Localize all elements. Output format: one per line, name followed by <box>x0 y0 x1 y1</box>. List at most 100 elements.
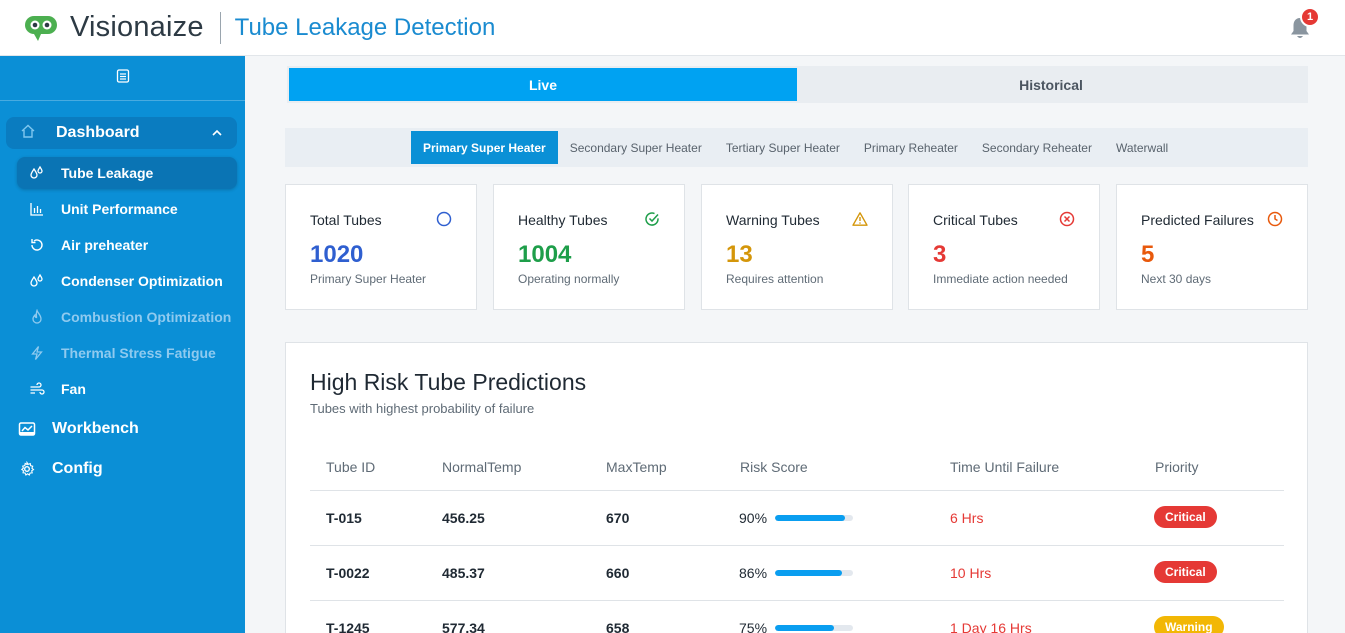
sidebar-item-config[interactable]: Config <box>0 453 245 485</box>
risk-bar <box>775 515 854 521</box>
max-temp: 658 <box>606 620 630 633</box>
card-total-tubes[interactable]: Total Tubes 1020 Primary Super Heater <box>285 184 477 310</box>
table-row[interactable]: T-1245 577.34 658 75% 1 Day 16 Hrs Warni… <box>310 601 1284 633</box>
time-until-failure: 6 Hrs <box>950 510 984 526</box>
sidebar-item-condenser-optimization[interactable]: Condenser Optimization <box>17 265 237 297</box>
tab-secondary-super-heater[interactable]: Secondary Super Heater <box>558 131 714 164</box>
column-header[interactable]: Priority <box>1155 459 1199 475</box>
tab-live[interactable]: Live <box>289 68 797 101</box>
risk-score: 75% <box>739 620 854 633</box>
card-predicted-failures[interactable]: Predicted Failures 5 Next 30 days <box>1116 184 1308 310</box>
droplets-icon <box>29 273 45 289</box>
tab-primary-reheater[interactable]: Primary Reheater <box>852 131 970 164</box>
card-value: 13 <box>726 241 753 268</box>
tab-secondary-reheater[interactable]: Secondary Reheater <box>970 131 1104 164</box>
header-divider <box>219 11 221 44</box>
card-value: 1004 <box>518 241 572 268</box>
priority-badge: Critical <box>1154 561 1217 583</box>
normal-temp: 577.34 <box>442 620 485 633</box>
sidebar-item-workbench[interactable]: Workbench <box>0 413 245 445</box>
column-header[interactable]: Time Until Failure <box>950 459 1059 475</box>
sidebar-item-label: Air preheater <box>61 237 149 253</box>
table-subtitle: Tubes with highest probability of failur… <box>310 401 535 416</box>
risk-score-value: 75% <box>739 620 768 633</box>
risk-score-value: 86% <box>739 565 768 581</box>
card-subtitle: Next 30 days <box>1141 272 1212 286</box>
tube-id: T-015 <box>326 510 362 526</box>
droplets-icon <box>29 165 45 181</box>
sidebar-item-fan[interactable]: Fan <box>17 373 237 405</box>
sidebar-item-thermal-stress-fatigue[interactable]: Thermal Stress Fatigue <box>17 337 237 369</box>
x-circle-icon <box>1059 211 1075 227</box>
card-healthy-tubes[interactable]: Healthy Tubes 1004 Operating normally <box>493 184 685 310</box>
time-until-failure: 1 Day 16 Hrs <box>950 620 1032 633</box>
circle-icon <box>436 211 452 227</box>
risk-bar-fill <box>775 625 834 631</box>
app-title: Tube Leakage Detection <box>234 13 496 41</box>
wind-icon <box>29 381 45 397</box>
column-header[interactable]: Risk Score <box>740 459 808 475</box>
table-row[interactable]: T-0022 485.37 660 86% 10 Hrs Critical <box>310 546 1284 601</box>
risk-score: 86% <box>739 565 854 581</box>
sidebar-item-label: Config <box>52 460 103 477</box>
card-warning-tubes[interactable]: Warning Tubes 13 Requires attention <box>701 184 893 310</box>
card-subtitle: Immediate action needed <box>933 272 1068 286</box>
column-header[interactable]: MaxTemp <box>606 459 667 475</box>
gear-icon <box>18 460 36 478</box>
sidebar: Dashboard Tube Leakage Unit Performance … <box>0 56 245 633</box>
notification-badge[interactable]: 1 <box>1300 7 1320 27</box>
sidebar-item-label: Fan <box>61 381 86 397</box>
chevron-up-icon[interactable] <box>211 126 223 144</box>
brand-name: Visionaize <box>70 11 204 43</box>
sidebar-section-dashboard[interactable]: Dashboard <box>6 117 237 149</box>
table-header: Tube ID NormalTemp MaxTemp Risk Score Ti… <box>310 449 1284 491</box>
refresh-icon <box>29 237 45 253</box>
high-risk-table-card: High Risk Tube Predictions Tubes with hi… <box>285 342 1308 633</box>
card-critical-tubes[interactable]: Critical Tubes 3 Immediate action needed <box>908 184 1100 310</box>
sidebar-item-air-preheater[interactable]: Air preheater <box>17 229 237 261</box>
home-icon <box>20 123 36 144</box>
tab-historical[interactable]: Historical <box>797 68 1305 101</box>
sidebar-toggle[interactable] <box>0 56 245 101</box>
risk-bar-fill <box>775 515 846 521</box>
max-temp: 670 <box>606 510 630 526</box>
card-title: Total Tubes <box>310 212 382 228</box>
bar-chart-icon <box>29 201 45 217</box>
logo[interactable]: Visionaize <box>22 11 204 44</box>
normal-temp: 485.37 <box>442 565 485 581</box>
card-value: 3 <box>933 241 947 268</box>
priority-badge: Critical <box>1154 506 1217 528</box>
warning-triangle-icon <box>852 211 868 227</box>
summary-cards: Total Tubes 1020 Primary Super Heater He… <box>285 184 1308 310</box>
sidebar-item-tube-leakage[interactable]: Tube Leakage <box>17 157 237 189</box>
tab-tertiary-super-heater[interactable]: Tertiary Super Heater <box>714 131 852 164</box>
card-title: Healthy Tubes <box>518 212 608 228</box>
card-title: Predicted Failures <box>1141 212 1254 228</box>
tab-waterwall[interactable]: Waterwall <box>1104 131 1180 164</box>
table-row[interactable]: T-015 456.25 670 90% 6 Hrs Critical <box>310 491 1284 546</box>
card-value: 1020 <box>310 241 364 268</box>
top-bar: Visionaize Tube Leakage Detection 1 <box>0 0 1345 56</box>
sidebar-item-unit-performance[interactable]: Unit Performance <box>17 193 237 225</box>
sidebar-item-label: Workbench <box>52 420 139 437</box>
risk-bar <box>775 570 854 576</box>
component-tabs: Primary Super Heater Secondary Super Hea… <box>285 128 1308 167</box>
card-title: Critical Tubes <box>933 212 1018 228</box>
sidebar-item-label: Combustion Optimization <box>61 309 232 325</box>
time-until-failure: 10 Hrs <box>950 565 992 581</box>
tube-id: T-1245 <box>326 620 370 633</box>
card-subtitle: Requires attention <box>726 272 824 286</box>
card-subtitle: Primary Super Heater <box>310 272 427 286</box>
menu-icon[interactable] <box>116 68 130 88</box>
priority-badge: Warning <box>1154 616 1224 633</box>
card-subtitle: Operating normally <box>518 272 620 286</box>
sidebar-item-label: Condenser Optimization <box>61 273 223 289</box>
column-header[interactable]: Tube ID <box>326 459 375 475</box>
tab-primary-super-heater[interactable]: Primary Super Heater <box>411 131 558 164</box>
sidebar-item-combustion-optimization[interactable]: Combustion Optimization <box>17 301 237 333</box>
column-header[interactable]: NormalTemp <box>442 459 521 475</box>
sidebar-item-label: Tube Leakage <box>61 165 154 181</box>
card-title: Warning Tubes <box>726 212 820 228</box>
workbench-icon <box>18 420 36 438</box>
risk-bar-fill <box>775 570 843 576</box>
